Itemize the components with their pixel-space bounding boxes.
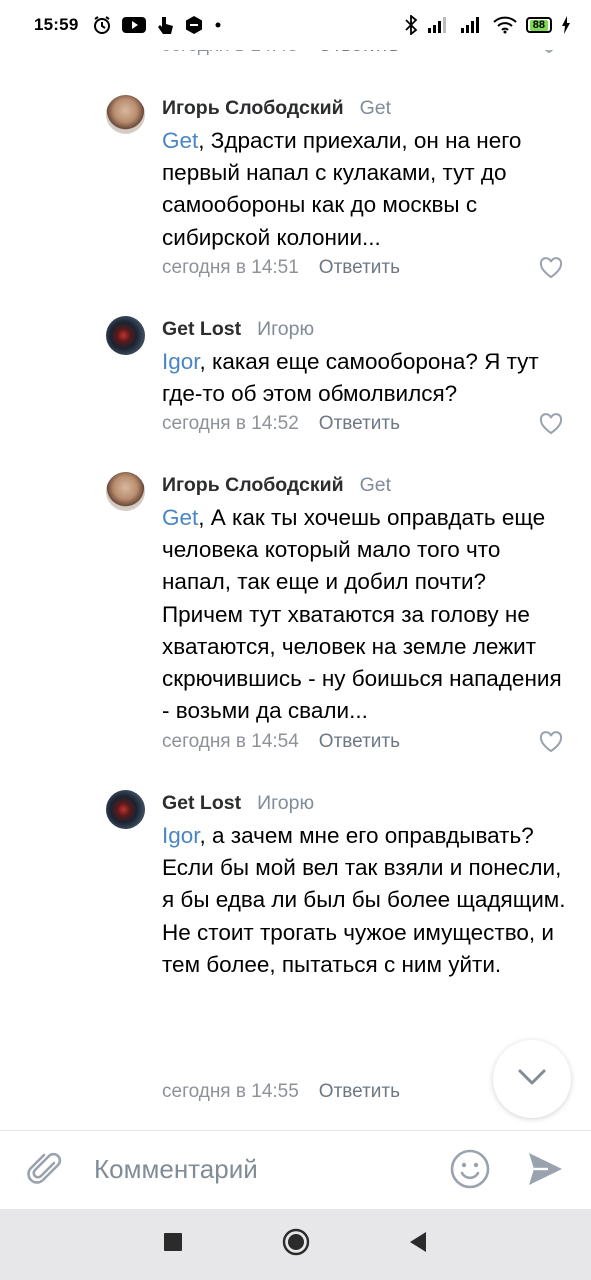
comment-body: , а зачем мне его оправдывать? Если бы м… xyxy=(162,823,566,977)
comment-mention[interactable]: Igor xyxy=(162,823,200,848)
status-bar: 15:59 88 xyxy=(0,0,591,50)
back-triangle-icon xyxy=(408,1231,428,1258)
comment-author[interactable]: Get Lost xyxy=(162,792,241,815)
comment-mention[interactable]: Get xyxy=(162,505,198,530)
battery-level: 88 xyxy=(529,19,548,31)
youtube-icon xyxy=(122,16,147,34)
emoji-icon[interactable] xyxy=(449,1148,491,1195)
wifi-icon xyxy=(493,16,517,34)
comment-reply-to[interactable]: Get xyxy=(360,97,391,120)
like-heart-icon[interactable] xyxy=(539,413,563,435)
back-button[interactable] xyxy=(378,1209,458,1280)
comment-reply-to[interactable]: Игорю xyxy=(257,792,314,815)
alarm-icon xyxy=(92,15,112,35)
comment-author[interactable]: Игорь Слободский xyxy=(162,474,344,497)
comment-body: , какая еще самооборона? Я тут где-то об… xyxy=(162,349,539,407)
scroll-down-button[interactable] xyxy=(493,1040,571,1118)
status-time: 15:59 xyxy=(34,15,79,34)
like-heart-icon[interactable] xyxy=(539,731,563,753)
reply-button[interactable]: Ответить xyxy=(319,413,400,435)
comment-text: Get, А как ты хочешь оправдать еще челов… xyxy=(162,502,567,727)
reply-button[interactable]: Ответить xyxy=(319,1081,400,1103)
home-button[interactable] xyxy=(256,1209,336,1280)
comment-composer xyxy=(0,1130,591,1209)
signal-icon xyxy=(427,16,451,34)
comment-body: , Здрасти приехали, он на него первый на… xyxy=(162,128,522,250)
comment-author[interactable]: Get Lost xyxy=(162,318,241,341)
comments-list: Игорь Слободский Get Get, Здрасти приеха… xyxy=(0,50,591,1130)
comment-timestamp: сегодня в 14:52 xyxy=(162,413,299,434)
attach-icon[interactable] xyxy=(26,1149,66,1189)
system-nav-bar xyxy=(0,1209,591,1280)
recents-button[interactable] xyxy=(133,1209,213,1280)
avatar[interactable] xyxy=(106,316,145,355)
comment-mention[interactable]: Get xyxy=(162,128,198,153)
comment-mention[interactable]: Igor xyxy=(162,349,200,374)
send-icon[interactable] xyxy=(525,1148,565,1195)
comment-timestamp: сегодня в 14:54 xyxy=(162,731,299,752)
chevron-down-icon xyxy=(517,1068,547,1091)
reply-button[interactable]: Ответить xyxy=(319,731,400,753)
comment-text: Igor, а зачем мне его оправдывать? Если … xyxy=(162,820,567,981)
hexagon-app-icon xyxy=(184,15,204,35)
reply-button[interactable]: Ответить xyxy=(319,257,400,279)
comment-timestamp: сегодня в 14:51 xyxy=(162,257,299,278)
home-circle-icon xyxy=(282,1228,310,1261)
comment-input[interactable] xyxy=(94,1149,424,1189)
comment-author[interactable]: Игорь Слободский xyxy=(162,97,344,120)
bluetooth-icon xyxy=(404,15,418,35)
comment-reply-to[interactable]: Get xyxy=(360,474,391,497)
comment-text: Get, Здрасти приехали, он на него первый… xyxy=(162,125,567,254)
avatar[interactable] xyxy=(106,95,145,134)
dot-icon xyxy=(214,21,222,29)
comment-reply-to[interactable]: Игорю xyxy=(257,318,314,341)
comment-body: , А как ты хочешь оправдать еще человека… xyxy=(162,505,562,724)
battery-icon: 88 xyxy=(525,17,552,33)
avatar[interactable] xyxy=(106,790,145,829)
comment-text: Igor, какая еще самооборона? Я тут где-т… xyxy=(162,346,567,410)
signal-icon xyxy=(460,16,484,34)
charging-icon xyxy=(561,16,571,34)
square-icon xyxy=(163,1232,183,1257)
like-heart-icon[interactable] xyxy=(539,257,563,279)
comment-timestamp: сегодня в 14:55 xyxy=(162,1081,299,1102)
avatar[interactable] xyxy=(106,472,145,511)
touch-icon xyxy=(156,15,174,35)
